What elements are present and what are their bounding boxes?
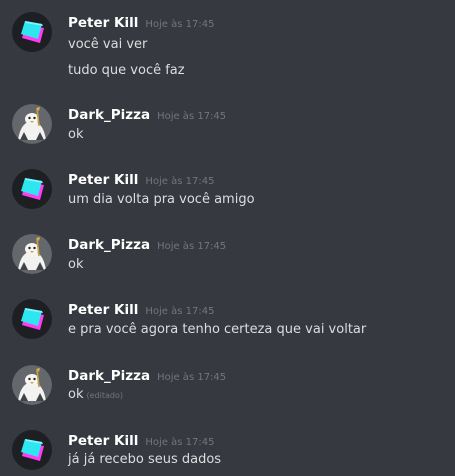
penguin-avatar-icon xyxy=(12,104,52,144)
user-avatar[interactable] xyxy=(12,430,52,470)
cube-avatar-icon xyxy=(12,299,52,339)
timestamp[interactable]: Hoje às 17:45 xyxy=(157,372,226,383)
timestamp[interactable]: Hoje às 17:45 xyxy=(145,176,214,187)
timestamp[interactable]: Hoje às 17:45 xyxy=(145,19,214,30)
message-header: Dark_Pizza Hoje às 17:45 xyxy=(68,104,226,124)
user-avatar[interactable] xyxy=(12,299,52,339)
message-text: ok xyxy=(68,257,84,272)
username[interactable]: Peter Kill xyxy=(68,172,138,188)
message-text: e pra você agora tenho certeza que vai v… xyxy=(68,322,367,337)
timestamp[interactable]: Hoje às 17:45 xyxy=(145,437,214,448)
timestamp[interactable]: Hoje às 17:45 xyxy=(145,306,214,317)
cube-avatar-icon xyxy=(12,12,52,52)
message-header: Dark_Pizza Hoje às 17:45 xyxy=(68,234,226,254)
message-header: Peter Kill Hoje às 17:45 xyxy=(68,299,214,319)
message-header: Dark_Pizza Hoje às 17:45 xyxy=(68,365,226,385)
username[interactable]: Dark_Pizza xyxy=(68,107,150,123)
message-text: ok xyxy=(68,127,84,142)
username[interactable]: Dark_Pizza xyxy=(68,237,150,253)
username[interactable]: Dark_Pizza xyxy=(68,368,150,384)
message-text: um dia volta pra você amigo xyxy=(68,192,255,207)
message-text: já já recebo seus dados xyxy=(68,452,222,467)
message-content: ok xyxy=(68,387,84,402)
message-header: Peter Kill Hoje às 17:45 xyxy=(68,169,214,189)
cube-avatar-icon xyxy=(12,430,52,470)
user-avatar[interactable] xyxy=(12,365,52,405)
penguin-avatar-icon xyxy=(12,365,52,405)
user-avatar[interactable] xyxy=(12,104,52,144)
timestamp[interactable]: Hoje às 17:45 xyxy=(157,241,226,252)
message-header: Peter Kill Hoje às 17:45 xyxy=(68,12,214,32)
timestamp[interactable]: Hoje às 17:45 xyxy=(157,111,226,122)
user-avatar[interactable] xyxy=(12,12,52,52)
user-avatar[interactable] xyxy=(12,169,52,209)
penguin-avatar-icon xyxy=(12,234,52,274)
message-text: tudo que você faz xyxy=(68,63,185,78)
user-avatar[interactable] xyxy=(12,234,52,274)
chat-message-list: Peter Kill Hoje às 17:45 você vai ver tud… xyxy=(0,0,455,476)
edited-label: (editado) xyxy=(86,391,123,400)
message-header: Peter Kill Hoje às 17:45 xyxy=(68,430,214,450)
cube-avatar-icon xyxy=(12,169,52,209)
message-text: ok (editado) xyxy=(68,386,123,404)
username[interactable]: Peter Kill xyxy=(68,433,138,449)
message-text: você vai ver xyxy=(68,37,148,52)
username[interactable]: Peter Kill xyxy=(68,15,138,31)
username[interactable]: Peter Kill xyxy=(68,302,138,318)
